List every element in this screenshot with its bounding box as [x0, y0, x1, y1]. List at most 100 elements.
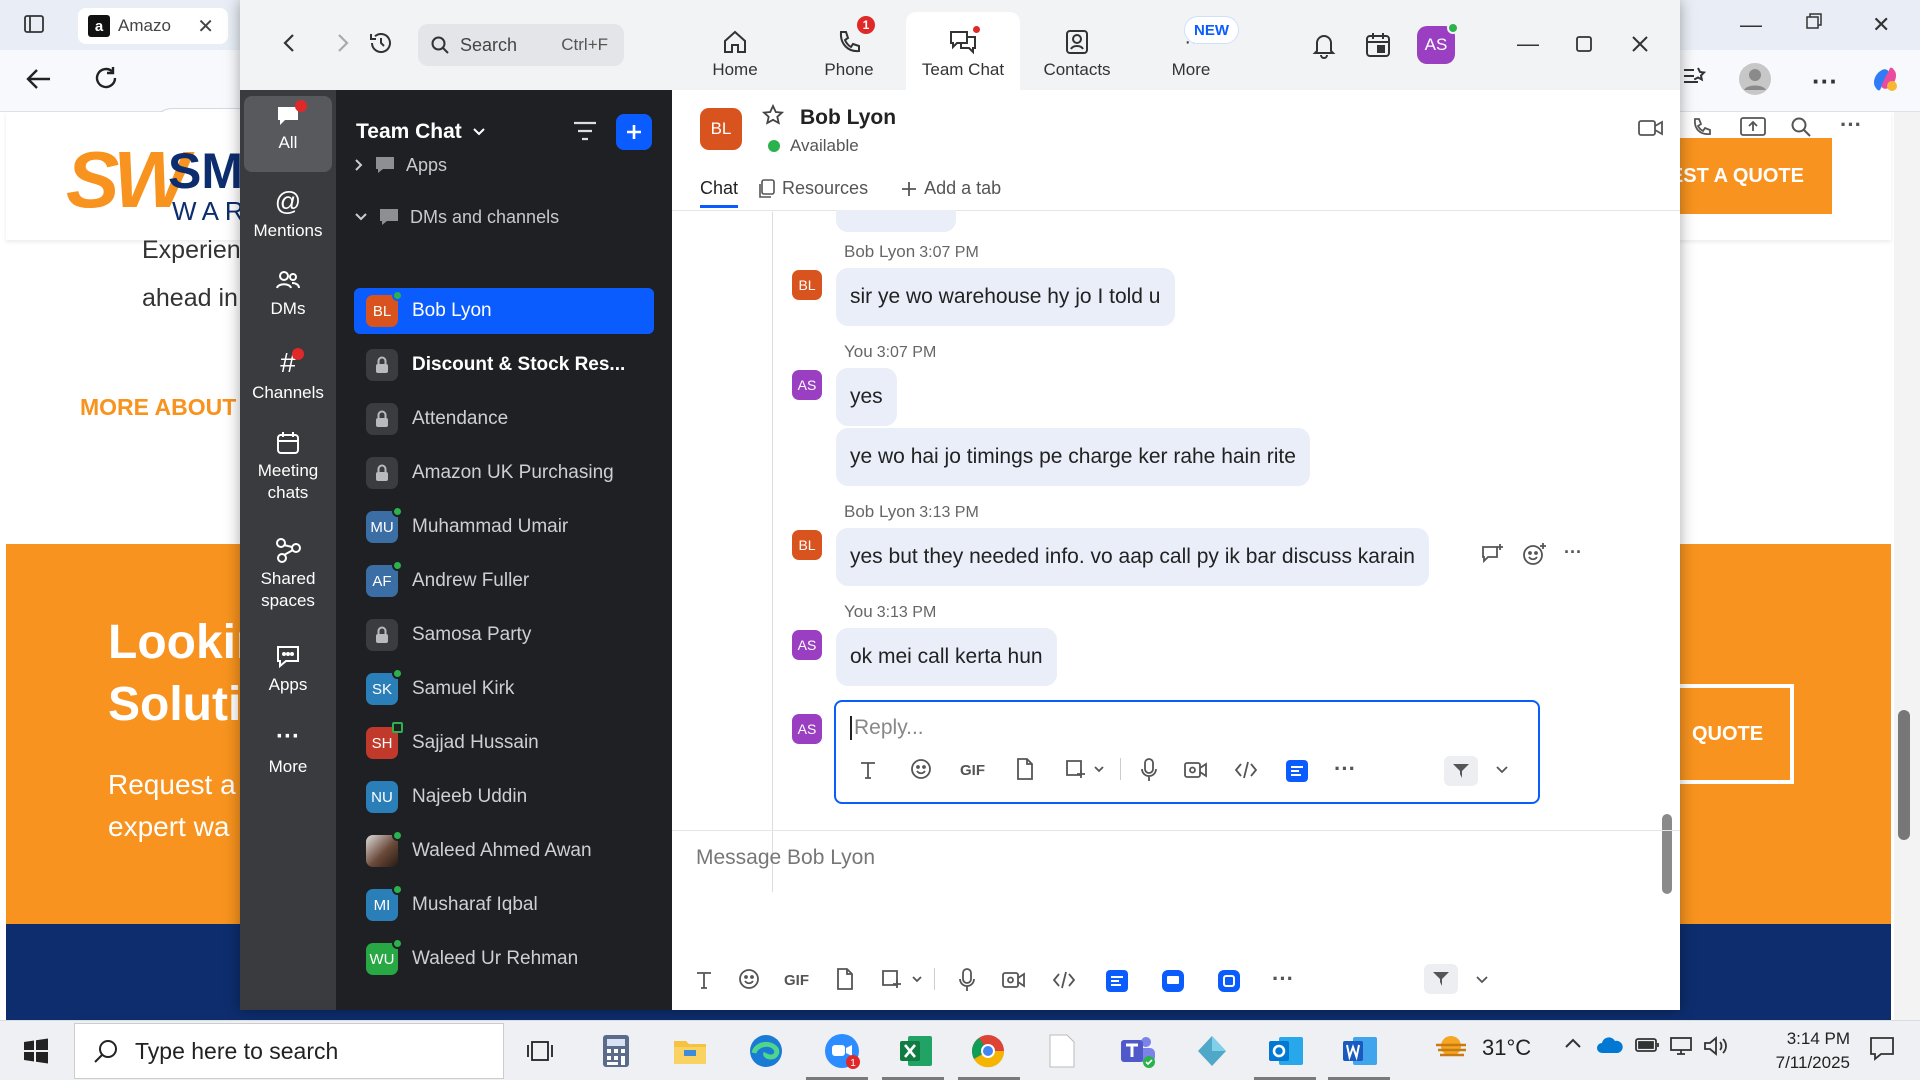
rail-item-channels[interactable]: # Channels — [244, 348, 332, 404]
message-bubble[interactable]: ye wo hai jo timings pe charge ker rahe … — [836, 428, 1310, 486]
rail-item-meeting-chats[interactable]: Meeting chats — [244, 430, 332, 504]
message-bubble[interactable]: sir ye wo warehouse hy jo I told u — [836, 268, 1175, 326]
emoji-icon[interactable] — [910, 758, 932, 780]
message-avatar[interactable]: BL — [792, 270, 822, 300]
minimize-browser-icon[interactable]: — — [1740, 12, 1762, 38]
minimize-window-button[interactable]: — — [1508, 26, 1548, 62]
maximize-window-button[interactable] — [1564, 26, 1604, 62]
code-snippet-icon[interactable] — [1052, 970, 1076, 990]
tab-contacts[interactable]: Contacts — [1020, 12, 1134, 90]
chat-item-bob-lyon[interactable]: BL Bob Lyon — [354, 288, 654, 334]
message-more-icon[interactable]: ··· — [1564, 542, 1582, 566]
more-options-icon[interactable]: ··· — [1840, 112, 1862, 138]
reply-input[interactable]: Reply... GIF ··· — [834, 700, 1540, 804]
message-avatar[interactable]: AS — [792, 630, 822, 660]
code-snippet-icon[interactable] — [1234, 760, 1258, 780]
share-screen-icon[interactable] — [1740, 116, 1766, 138]
docs-app-icon[interactable] — [1106, 970, 1128, 992]
close-browser-icon[interactable]: ✕ — [1872, 12, 1890, 38]
tab-resources[interactable]: Resources — [758, 178, 868, 208]
chat-item-waleed-ur-rehman[interactable]: WU Waleed Ur Rehman — [354, 936, 654, 982]
network-icon[interactable] — [1668, 1035, 1694, 1057]
browser-menu-icon[interactable]: ··· — [1812, 66, 1838, 97]
docs-app-icon[interactable] — [1286, 760, 1308, 782]
message-avatar[interactable]: BL — [792, 530, 822, 560]
file-explorer-icon[interactable] — [668, 1029, 712, 1073]
more-tools-icon[interactable]: ··· — [1334, 756, 1356, 782]
tab-chat[interactable]: Chat — [700, 178, 739, 208]
nav-forward-button[interactable] — [326, 26, 360, 60]
copilot-icon[interactable] — [1868, 62, 1902, 96]
favorites-icon[interactable] — [1680, 64, 1706, 90]
chat-item-discount-stock[interactable]: Discount & Stock Res... — [354, 342, 654, 388]
tab-phone[interactable]: 1 Phone — [792, 12, 906, 90]
onedrive-icon[interactable] — [1596, 1035, 1624, 1055]
show-hidden-icons-chevron[interactable] — [1564, 1037, 1582, 1049]
volume-icon[interactable] — [1702, 1035, 1728, 1057]
screenshot-icon[interactable] — [1064, 758, 1104, 780]
system-clock[interactable]: 3:14 PM 7/11/2025 — [1740, 1027, 1850, 1075]
rail-item-mentions[interactable]: @ Mentions — [244, 186, 332, 242]
screenshot-icon[interactable] — [880, 968, 922, 990]
add-tab-button[interactable]: Add a tab — [900, 178, 1001, 208]
chat-item-samuel-kirk[interactable]: SK Samuel Kirk — [354, 666, 654, 712]
section-dms-channels[interactable]: DMs and channels — [354, 204, 559, 230]
chat-item-attendance[interactable]: Attendance — [354, 396, 654, 442]
send-options-chevron-icon[interactable] — [1476, 976, 1488, 984]
chat-scroll-thumb[interactable] — [1662, 814, 1672, 894]
task-view-icon[interactable] — [518, 1029, 562, 1073]
reply-thread-icon[interactable] — [1480, 542, 1506, 566]
format-text-icon[interactable] — [858, 760, 878, 780]
weather-widget[interactable]: 31°C — [1432, 1033, 1531, 1063]
more-about-link[interactable]: MORE ABOUT — [80, 394, 236, 421]
filter-icon[interactable] — [572, 120, 598, 142]
section-apps[interactable]: Apps — [354, 152, 447, 178]
chat-item-musharaf-iqbal[interactable]: MI Musharaf Iqbal — [354, 882, 654, 928]
notifications-bell-icon[interactable] — [1307, 28, 1341, 62]
chrome-app-icon[interactable] — [966, 1029, 1010, 1073]
message-composer[interactable]: Message Bob Lyon — [696, 846, 875, 870]
send-options-chevron-icon[interactable] — [1496, 766, 1508, 774]
message-avatar[interactable]: AS — [792, 370, 822, 400]
tab-team-chat[interactable]: Team Chat — [906, 12, 1020, 90]
chat-item-sajjad-hussain[interactable]: SH Sajjad Hussain — [354, 720, 654, 766]
chat-item-andrew-fuller[interactable]: AF Andrew Fuller — [354, 558, 654, 604]
calculator-app-icon[interactable] — [594, 1029, 638, 1073]
chat-item-samosa-party[interactable]: Samosa Party — [354, 612, 654, 658]
notepad-app-icon[interactable] — [1040, 1029, 1084, 1073]
get-quote-button[interactable]: QUOTE — [1676, 684, 1794, 784]
tab-home[interactable]: Home — [678, 12, 792, 90]
zoom-app-icon[interactable]: 1 — [820, 1029, 864, 1073]
format-text-icon[interactable] — [694, 970, 714, 990]
message-bubble[interactable]: yes — [836, 368, 897, 426]
emoji-icon[interactable] — [738, 968, 760, 990]
rail-item-shared-spaces[interactable]: Shared spaces — [244, 536, 332, 612]
rail-item-apps[interactable]: Apps — [244, 642, 332, 696]
back-icon[interactable] — [24, 64, 54, 94]
video-message-icon[interactable] — [1184, 760, 1208, 780]
contact-avatar[interactable]: BL — [700, 108, 742, 150]
chat-item-najeeb-uddin[interactable]: NU Najeeb Uddin — [354, 774, 654, 820]
user-avatar[interactable]: AS — [1417, 22, 1459, 64]
page-scrollbar[interactable] — [1894, 112, 1920, 1020]
chat-item-amazon-uk[interactable]: Amazon UK Purchasing — [354, 450, 654, 496]
search-icon[interactable] — [1790, 116, 1812, 138]
azure-app-icon[interactable] — [1190, 1029, 1234, 1073]
file-icon[interactable] — [1016, 758, 1034, 780]
new-chat-button[interactable] — [616, 114, 652, 150]
close-window-button[interactable] — [1620, 26, 1660, 62]
chat-list-header[interactable]: Team Chat — [356, 120, 486, 144]
star-icon[interactable] — [762, 104, 784, 126]
message-bubble[interactable]: ok mei call kerta hun — [836, 628, 1057, 686]
clips-app-icon[interactable] — [1218, 970, 1240, 992]
file-icon[interactable] — [836, 968, 854, 990]
chat-item-waleed-ahmed-awan[interactable]: Waleed Ahmed Awan — [354, 828, 654, 874]
gif-button[interactable]: GIF — [960, 762, 985, 779]
windows-start-icon[interactable] — [14, 1029, 58, 1073]
nav-back-button[interactable] — [272, 26, 306, 60]
outlook-app-icon[interactable] — [1264, 1029, 1308, 1073]
zoom-search-box[interactable]: Search Ctrl+F — [418, 24, 624, 66]
contact-name[interactable]: Bob Lyon — [800, 106, 896, 130]
history-icon[interactable] — [364, 26, 398, 60]
calendar-icon[interactable] — [1361, 28, 1395, 62]
